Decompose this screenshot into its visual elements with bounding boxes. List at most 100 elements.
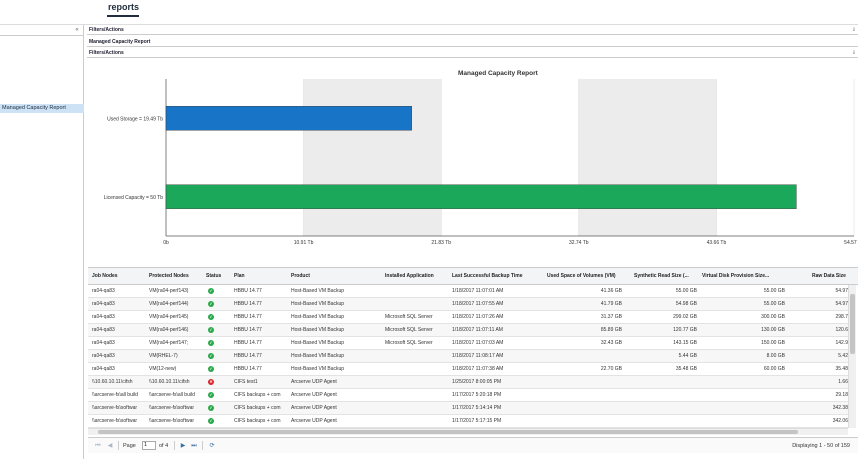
expand-icon[interactable]: ⇓ (852, 50, 856, 56)
page-label: Page (123, 443, 136, 449)
table-cell: 1/18/2017 11:07:11 AM (452, 327, 503, 333)
last-page-icon[interactable]: ⏭ (190, 442, 198, 450)
column-header[interactable]: Virtual Disk Provision Size... (702, 273, 769, 279)
success-status-icon: ✓ (208, 366, 214, 372)
pager-separator (174, 441, 175, 450)
table-cell: 298.7 (835, 314, 848, 320)
table-cell: 54.97 (835, 288, 848, 294)
page-title: reports (108, 2, 140, 12)
success-status-icon: ✓ (208, 327, 214, 333)
column-header[interactable]: Synthetic Read Size (... (634, 273, 689, 279)
table-cell: 150.00 GB (761, 340, 785, 346)
sidebar: « Managed Capacity Report (0, 25, 84, 459)
table-cell: 1/25/2017 8:00:05 PM (452, 379, 502, 385)
table-cell: CIFS backups + com (234, 405, 281, 411)
table-row[interactable]: \\arcserve-fs\softwar \\arcserve-fs\softw… (88, 402, 848, 415)
column-header[interactable]: Used Space of Volumes (VM) (547, 273, 616, 279)
table-cell: 143.15 GB (673, 340, 697, 346)
table-row[interactable]: ra04-qa83 VM(ra04-perf146) ✓ HBBU 14.77 Host… (88, 324, 848, 337)
table-cell: VM(RHEL-7) (149, 353, 178, 359)
grid-band (578, 79, 717, 236)
table-row[interactable]: ra04-qa83 VM(ra04-perf147; ✓ HBBU 14.77 Host… (88, 337, 848, 350)
table-cell: 8.00 GB (766, 353, 785, 359)
table-cell: ra04-qa83 (92, 314, 115, 320)
column-header[interactable]: Status (206, 273, 221, 279)
page-number-input[interactable]: 1 (142, 441, 156, 450)
table-cell: 1/18/2017 11:07:55 AM (452, 301, 504, 307)
table-row[interactable]: \\arcserve-fs\all build \\arcserve-fs\all… (88, 389, 848, 402)
pager-separator (202, 441, 203, 450)
table-cell: 31.37 GB (600, 314, 622, 320)
success-status-icon: ✓ (208, 392, 214, 398)
table-cell: CIFS backups + com (234, 392, 281, 398)
table-cell: Arcserve UDP Agent (291, 392, 337, 398)
column-header[interactable]: Product (291, 273, 310, 279)
first-page-icon[interactable]: ⏮ (94, 442, 102, 450)
filters-actions-inner-header[interactable]: Filters/Actions ⇓ (87, 48, 858, 58)
report-table: Job Nodes Protected Nodes Status Plan Produc… (88, 267, 858, 443)
table-cell: HBBU 14.77 (234, 288, 262, 294)
table-cell: 32.43 GB (600, 340, 622, 346)
table-cell: 22.70 GB (600, 366, 622, 372)
horizontal-scroll-thumb[interactable] (98, 430, 798, 434)
success-status-icon: ✓ (208, 314, 214, 320)
table-cell: 29.18 (835, 392, 848, 398)
table-cell: Arcserve UDP Agent (291, 379, 337, 385)
x-tick-label: 21.83 Tb (431, 240, 451, 246)
table-row[interactable]: ra04-qa83 VM(RHEL-7) ✓ HBBU 14.77 Host-Based… (88, 350, 848, 363)
success-status-icon: ✓ (208, 301, 214, 307)
table-cell: ra04-qa83 (92, 327, 115, 333)
table-cell: \\arcserve-fs\softwar (149, 405, 195, 411)
vertical-scrollbar[interactable] (848, 285, 856, 428)
table-row[interactable]: ra04-qa83 VM(12-new) ✓ HBBU 14.77 Host-Based… (88, 363, 848, 376)
collapse-sidebar-icon[interactable]: « (73, 27, 81, 33)
x-tick-label: 32.74 Tb (569, 240, 589, 246)
filters-actions-label: Filters/Actions (89, 27, 124, 33)
filters-actions-header[interactable]: Filters/Actions ⇓ (87, 25, 858, 35)
table-cell: HBBU 14.77 (234, 301, 262, 307)
bar[interactable] (165, 184, 797, 209)
table-cell: 55.00 GB (763, 301, 785, 307)
table-cell: \\10.60.10.11\cifsh (149, 379, 190, 385)
table-cell: 342.06 (832, 418, 848, 424)
table-row[interactable]: \\10.60.10.11\cifsh \\10.60.10.11\cifsh ✕ C… (88, 376, 848, 389)
table-cell: Host-Based VM Backup (291, 301, 345, 307)
table-row[interactable]: ra04-qa83 VM(ra04-perf145) ✓ HBBU 14.77 Host… (88, 311, 848, 324)
table-cell: Microsoft SQL Server (385, 314, 433, 320)
table-cell: Host-Based VM Backup (291, 366, 345, 372)
column-header[interactable]: Raw Data Size (812, 273, 846, 279)
table-cell: 1/17/2017 5:17:15 PM (452, 418, 502, 424)
table-cell: Arcserve UDP Agent (291, 418, 337, 424)
vertical-scroll-thumb[interactable] (850, 294, 855, 354)
table-cell: Host-Based VM Backup (291, 288, 345, 294)
table-row[interactable]: ra04-qa83 VM(ra04-perf143) ✓ HBBU 14.77 Host… (88, 285, 848, 298)
table-row[interactable]: \\arcserve-fs\softwar \\arcserve-fs\softw… (88, 415, 848, 428)
horizontal-scrollbar[interactable] (88, 428, 848, 435)
table-cell: 130.00 GB (761, 327, 785, 333)
table-cell: 1/18/2017 11:07:03 AM (452, 340, 504, 346)
bar[interactable] (165, 106, 412, 131)
prev-page-icon[interactable]: ◀ (106, 442, 114, 450)
x-tick-label: 10.91 Tb (294, 240, 314, 246)
table-cell: HBBU 14.77 (234, 366, 262, 372)
table-cell: 300.00 GB (761, 314, 785, 320)
column-header[interactable]: Last Successful Backup Time (452, 273, 523, 279)
table-cell: 85.89 GB (600, 327, 622, 333)
x-tick-label: 54.57 Tb (844, 240, 858, 246)
refresh-icon[interactable]: ⟳ (208, 442, 216, 450)
table-cell: 35.48 (835, 366, 848, 372)
column-header[interactable]: Installed Application (385, 273, 434, 279)
table-row[interactable]: ra04-qa83 VM(ra04-perf144) ✓ HBBU 14.77 Host… (88, 298, 848, 311)
x-tick-label: 43.66 Tb (707, 240, 727, 246)
column-header[interactable]: Protected Nodes (149, 273, 189, 279)
table-cell: VM(ra04-perf144) (149, 301, 189, 307)
table-cell: 1/17/2017 5:14:14 PM (452, 405, 502, 411)
column-header[interactable]: Job Nodes (92, 273, 118, 279)
column-header[interactable]: Plan (234, 273, 245, 279)
table-cell: 41.79 GB (600, 301, 622, 307)
table-cell: 1/18/2017 11:08:17 AM (452, 353, 504, 359)
next-page-icon[interactable]: ▶ (179, 442, 187, 450)
sidebar-item-managed-capacity-report[interactable]: Managed Capacity Report (0, 104, 84, 113)
collapse-icon[interactable]: ⇓ (852, 27, 856, 33)
capacity-chart: Used Storage = 19.49 Tb Licensed Capacity… (104, 79, 858, 246)
